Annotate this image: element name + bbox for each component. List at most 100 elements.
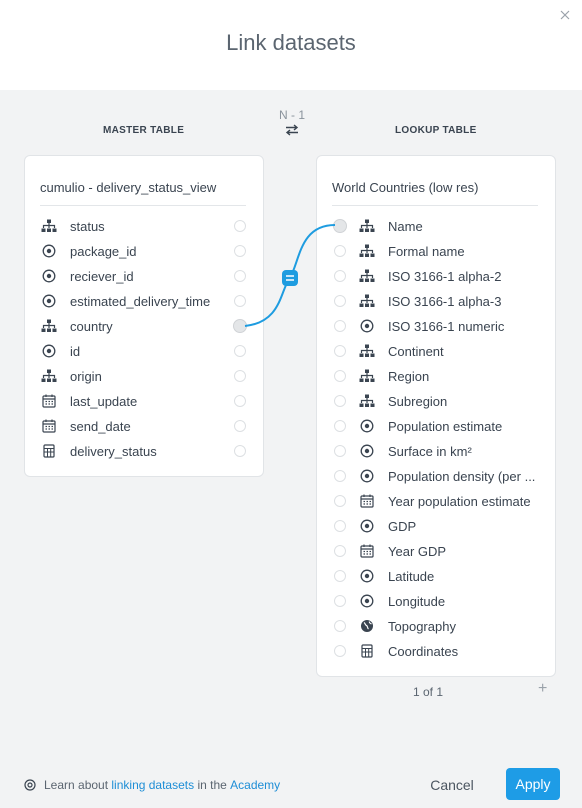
- lookup-link-anchor[interactable]: [334, 395, 346, 407]
- lookup-column-label: Continent: [388, 343, 444, 359]
- lookup-column-row[interactable]: Population estimate: [359, 415, 537, 437]
- lookup-column-row[interactable]: Coordinates: [359, 640, 537, 662]
- lookup-column-row[interactable]: Longitude: [359, 590, 537, 612]
- lookup-column-row[interactable]: GDP: [359, 515, 537, 537]
- lookup-link-anchor[interactable]: [334, 595, 346, 607]
- lookup-link-anchor[interactable]: [334, 570, 346, 582]
- lookup-column-row[interactable]: Year population estimate: [359, 490, 537, 512]
- master-link-anchor[interactable]: [234, 420, 246, 432]
- master-link-anchor[interactable]: [234, 295, 246, 307]
- lookup-link-anchor[interactable]: [334, 270, 346, 282]
- link-equals-badge[interactable]: [282, 270, 298, 286]
- master-table-label: MASTER TABLE: [103, 125, 185, 136]
- lookup-link-anchor[interactable]: [334, 645, 346, 657]
- master-link-anchor[interactable]: [234, 445, 246, 457]
- calendar-icon: [41, 393, 57, 409]
- master-link-anchor[interactable]: [234, 245, 246, 257]
- swap-icon[interactable]: [285, 124, 299, 136]
- hierarchy-icon: [41, 318, 57, 334]
- lookup-link-anchor[interactable]: [334, 420, 346, 432]
- lookup-column-label: Year population estimate: [388, 493, 531, 509]
- lookup-column-row[interactable]: Continent: [359, 340, 537, 362]
- lookup-column-row[interactable]: Population density (per ...: [359, 465, 537, 487]
- lookup-link-anchor[interactable]: [334, 245, 346, 257]
- master-column-label: id: [70, 343, 81, 359]
- master-link-anchor[interactable]: [234, 370, 246, 382]
- equals-icon: [286, 275, 294, 281]
- master-dataset-title: cumulio - delivery_status_view: [40, 180, 217, 195]
- lookup-column-row[interactable]: Region: [359, 365, 537, 387]
- master-column-label: country: [70, 318, 113, 334]
- lookup-column-label: Topography: [388, 618, 456, 634]
- lookup-column-label: Subregion: [388, 393, 448, 409]
- lookup-link-anchor[interactable]: [334, 370, 346, 382]
- close-icon[interactable]: [560, 10, 570, 20]
- lookup-column-label: GDP: [388, 518, 417, 534]
- numeric-icon: [359, 443, 375, 459]
- lookup-link-anchor[interactable]: [334, 495, 346, 507]
- numeric-icon: [359, 468, 375, 484]
- master-column-row[interactable]: status: [41, 215, 221, 237]
- lookup-column-row[interactable]: ISO 3166-1 alpha-3: [359, 290, 537, 312]
- lookup-link-anchor[interactable]: [334, 470, 346, 482]
- calendar-icon: [359, 493, 375, 509]
- master-column-row[interactable]: delivery_status: [41, 440, 221, 462]
- lookup-column-row[interactable]: Year GDP: [359, 540, 537, 562]
- lookup-dataset-title: World Countries (low res): [332, 180, 479, 195]
- lookup-column-label: Latitude: [388, 568, 435, 584]
- master-column-row[interactable]: estimated_delivery_time: [41, 290, 221, 312]
- calendar-icon: [41, 418, 57, 434]
- master-link-anchor[interactable]: [234, 395, 246, 407]
- pagination-label: 1 of 1: [412, 685, 444, 699]
- divider: [332, 205, 538, 206]
- master-column-row[interactable]: package_id: [41, 240, 221, 262]
- master-column-label: package_id: [70, 243, 137, 259]
- master-column-label: delivery_status: [70, 443, 157, 459]
- lookup-column-row[interactable]: Topography: [359, 615, 537, 637]
- cancel-button[interactable]: Cancel: [420, 769, 484, 801]
- master-column-row[interactable]: send_date: [41, 415, 221, 437]
- lookup-column-row[interactable]: Name: [359, 215, 537, 237]
- lookup-column-row[interactable]: ISO 3166-1 alpha-2: [359, 265, 537, 287]
- calendar-icon: [359, 543, 375, 559]
- lookup-link-anchor[interactable]: [334, 445, 346, 457]
- lookup-link-anchor[interactable]: [334, 320, 346, 332]
- lookup-column-row[interactable]: Formal name: [359, 240, 537, 262]
- lookup-link-anchor[interactable]: [334, 295, 346, 307]
- lookup-column-label: Formal name: [388, 243, 465, 259]
- lookup-column-row[interactable]: ISO 3166-1 numeric: [359, 315, 537, 337]
- academy-link[interactable]: Academy: [230, 778, 280, 792]
- lookup-column-row[interactable]: Subregion: [359, 390, 537, 412]
- lookup-link-anchor[interactable]: [334, 545, 346, 557]
- master-link-anchor[interactable]: [233, 319, 247, 333]
- lookup-column-label: Longitude: [388, 593, 446, 609]
- lookup-column-row[interactable]: Latitude: [359, 565, 537, 587]
- master-link-anchor[interactable]: [234, 220, 246, 232]
- lookup-column-label: Surface in km²: [388, 443, 472, 459]
- master-link-anchor[interactable]: [234, 270, 246, 282]
- lookup-column-label: ISO 3166-1 alpha-2: [388, 268, 502, 284]
- lookup-column-label: Name: [388, 218, 423, 234]
- lookup-link-anchor[interactable]: [334, 520, 346, 532]
- lookup-link-anchor[interactable]: [334, 620, 346, 632]
- lookup-link-anchor[interactable]: [333, 219, 347, 233]
- lookup-column-label: Population density (per ...: [388, 468, 536, 484]
- master-link-anchor[interactable]: [234, 345, 246, 357]
- master-column-row[interactable]: last_update: [41, 390, 221, 412]
- lookup-column-row[interactable]: Surface in km²: [359, 440, 537, 462]
- apply-button[interactable]: Apply: [506, 768, 560, 800]
- add-icon[interactable]: +: [538, 680, 547, 698]
- lookup-column-label: Year GDP: [388, 543, 447, 559]
- master-column-row[interactable]: country: [41, 315, 221, 337]
- master-column-row[interactable]: reciever_id: [41, 265, 221, 287]
- hierarchy-icon: [359, 243, 375, 259]
- divider: [40, 205, 246, 206]
- relation-type-label: N - 1: [278, 108, 305, 122]
- lookup-column-label: ISO 3166-1 numeric: [388, 318, 505, 334]
- master-column-row[interactable]: origin: [41, 365, 221, 387]
- linking-datasets-link[interactable]: linking datasets: [111, 778, 194, 792]
- master-column-row[interactable]: id: [41, 340, 221, 362]
- lookup-link-anchor[interactable]: [334, 345, 346, 357]
- dialog-title: Link datasets: [226, 30, 356, 55]
- calculator-icon: [41, 443, 57, 459]
